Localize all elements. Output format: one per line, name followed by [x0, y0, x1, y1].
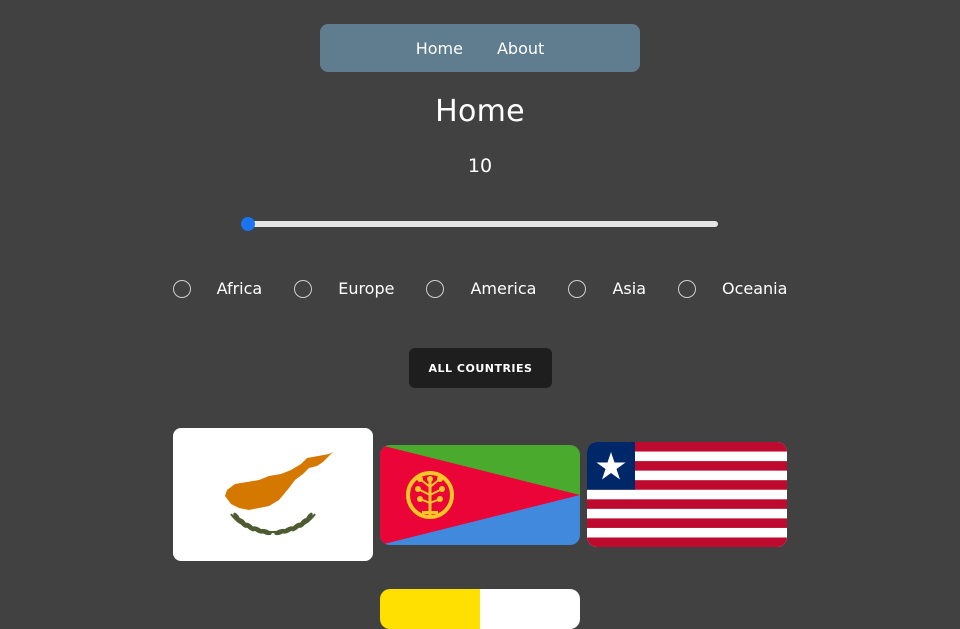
top-nav: Home About	[320, 24, 640, 72]
vatican-flag-icon[interactable]	[380, 589, 580, 629]
region-option-europe[interactable]: Europe	[294, 279, 394, 298]
radio-label: America	[470, 279, 537, 298]
radio-button[interactable]	[678, 279, 696, 298]
radio-label: Asia	[612, 279, 646, 298]
slider-value: 10	[467, 155, 493, 177]
radio-button[interactable]	[568, 279, 587, 298]
cyprus-flag-icon[interactable]	[173, 428, 373, 561]
nav-home-link[interactable]: Home	[416, 39, 463, 58]
count-slider[interactable]	[240, 216, 720, 232]
radio-button[interactable]	[294, 279, 313, 298]
slider-thumb[interactable]	[241, 217, 255, 231]
slider-track[interactable]	[246, 221, 718, 227]
radio-label: Oceania	[722, 279, 788, 298]
radio-button[interactable]	[426, 279, 445, 298]
region-option-america[interactable]: America	[426, 279, 536, 298]
radio-label: Europe	[338, 279, 395, 298]
page-title: Home	[435, 94, 525, 129]
radio-button[interactable]	[172, 279, 191, 298]
region-option-africa[interactable]: Africa	[172, 279, 263, 298]
liberia-flag-icon[interactable]	[587, 442, 787, 547]
region-filter: Africa Europe America Asia Oceania	[0, 279, 960, 298]
region-option-oceania[interactable]: Oceania	[678, 279, 787, 298]
all-countries-button[interactable]: ALL COUNTRIES	[409, 348, 552, 388]
nav-about-link[interactable]: About	[497, 39, 544, 58]
radio-label: Africa	[216, 279, 263, 298]
eritrea-flag-icon[interactable]	[380, 445, 580, 545]
region-option-asia[interactable]: Asia	[568, 279, 646, 298]
